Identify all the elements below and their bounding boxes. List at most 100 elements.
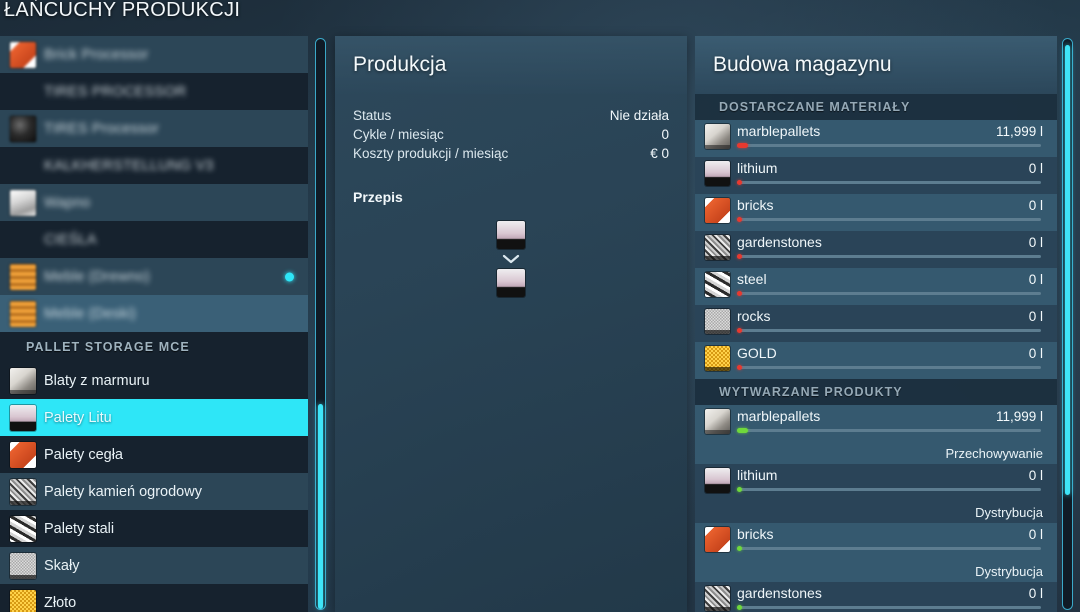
material-fill-bar xyxy=(737,218,1041,221)
material-name: lithium xyxy=(737,467,777,483)
sidebar-scrollbar-thumb[interactable] xyxy=(318,404,323,609)
storage-scrollbar[interactable] xyxy=(1062,38,1073,610)
material-info: bricks 0 l xyxy=(737,194,1043,221)
lithium-icon xyxy=(705,161,730,186)
produced-product-row[interactable]: lithium 0 l xyxy=(695,464,1057,501)
brick-icon xyxy=(10,42,36,68)
material-info: steel0 l xyxy=(737,268,1043,295)
sidebar-storage-item-label: Palety kamień ogrodowy xyxy=(44,484,202,500)
material-fill-bar xyxy=(737,606,1041,609)
material-mode[interactable]: Dystrybucja xyxy=(695,560,1057,582)
sidebar-storage-item-0[interactable]: Blaty z marmuru xyxy=(0,362,308,399)
material-fill xyxy=(737,365,742,370)
sidebar-item-label: Wapno xyxy=(44,195,90,211)
material-fill-bar xyxy=(737,329,1041,332)
supplied-material-row[interactable]: lithium0 l xyxy=(695,157,1057,194)
produced-product-row[interactable]: marblepallets 11,999 l xyxy=(695,405,1057,442)
storage-panel-body: DOSTARCZANE MATERIAŁY marblepallets 11,99… xyxy=(695,94,1057,612)
sidebar-top-items: Brick Processor TIRES PROCESSORTIRES Proc… xyxy=(0,36,308,332)
supplied-material-row[interactable]: marblepallets 11,999 l xyxy=(695,120,1057,157)
sidebar-storage-item-4[interactable]: Palety stali xyxy=(0,510,308,547)
material-info: rocks0 l xyxy=(737,305,1043,332)
sidebar-storage-item-1[interactable]: Palety Litu xyxy=(0,399,308,436)
active-indicator-dot xyxy=(285,272,294,281)
supplied-material-row[interactable]: steel0 l xyxy=(695,268,1057,305)
sidebar-item-6[interactable]: Meble (Drewno) xyxy=(0,258,308,295)
material-name: GOLD xyxy=(737,345,777,361)
material-name: bricks xyxy=(737,197,774,213)
material-value: 0 l xyxy=(1029,346,1043,361)
material-value: 0 l xyxy=(1029,527,1043,542)
produced-product-row[interactable]: gardenstones0 l xyxy=(695,582,1057,612)
material-fill-bar xyxy=(737,144,1041,147)
recipe-output-icon[interactable] xyxy=(497,269,525,297)
sidebar-storage-item-5[interactable]: Skały xyxy=(0,547,308,584)
material-value: 0 l xyxy=(1029,586,1043,601)
production-chain-list[interactable]: Brick Processor TIRES PROCESSORTIRES Proc… xyxy=(0,36,308,612)
sidebar-item-1[interactable]: TIRES PROCESSOR xyxy=(0,73,308,110)
material-value: 11,999 l xyxy=(996,124,1043,139)
sidebar-storage-item-2[interactable]: Palety cegła xyxy=(0,436,308,473)
material-fill xyxy=(737,605,742,610)
material-fill xyxy=(737,180,742,185)
sidebar-section-header: PALLET STORAGE MCE xyxy=(0,332,308,362)
sidebar-storage-item-6[interactable]: Złoto xyxy=(0,584,308,612)
sidebar-storage-item-3[interactable]: Palety kamień ogrodowy xyxy=(0,473,308,510)
produced-products-header: WYTWARZANE PRODUKTY xyxy=(695,379,1057,405)
material-mode[interactable]: Przechowywanie xyxy=(695,442,1057,464)
brick-icon xyxy=(705,198,730,223)
produced-product-row[interactable]: bricks0 l xyxy=(695,523,1057,560)
storage-panel-header: Budowa magazynu xyxy=(695,36,1057,94)
gardenstone-icon xyxy=(705,586,730,611)
material-value: 0 l xyxy=(1029,468,1043,483)
material-value: 11,999 l xyxy=(996,409,1043,424)
rocks-icon xyxy=(10,553,36,579)
production-chains-screen: ŁAŃCUCHY PRODUKCJI Brick Processor TIRES … xyxy=(0,0,1080,612)
supplied-materials-header: DOSTARCZANE MATERIAŁY xyxy=(695,94,1057,120)
storage-panel: Budowa magazynu DOSTARCZANE MATERIAŁY ma… xyxy=(695,36,1057,612)
sidebar-scrollbar[interactable] xyxy=(315,38,326,610)
material-fill-bar xyxy=(737,547,1041,550)
wood-icon xyxy=(10,301,36,327)
supplied-material-row[interactable]: GOLD 0 l xyxy=(695,342,1057,379)
produced-products-list: marblepallets11,999 lPrzechowywanielithi… xyxy=(695,405,1057,612)
supplied-material-row[interactable]: gardenstones0 l xyxy=(695,231,1057,268)
production-stat-2: Koszty produkcji / miesiąc€ 0 xyxy=(335,144,687,163)
material-info: GOLD 0 l xyxy=(737,342,1043,369)
marble-icon xyxy=(705,124,730,149)
storage-title: Budowa magazynu xyxy=(713,53,892,77)
sidebar-item-4[interactable]: Wapno xyxy=(0,184,308,221)
recipe-input-icon[interactable] xyxy=(497,221,525,249)
production-panel: Produkcja StatusNie działaCykle / miesią… xyxy=(335,36,687,612)
material-mode[interactable]: Dystrybucja xyxy=(695,501,1057,523)
material-info: bricks0 l xyxy=(737,523,1043,550)
material-fill xyxy=(737,487,742,492)
lime-icon xyxy=(10,190,36,216)
storage-scrollbar-thumb[interactable] xyxy=(1065,45,1070,495)
tire-icon xyxy=(10,116,36,142)
supplied-material-row[interactable]: bricks 0 l xyxy=(695,194,1057,231)
material-name: marblepallets xyxy=(737,408,820,424)
sidebar-item-0[interactable]: Brick Processor xyxy=(0,36,308,73)
sidebar-item-7[interactable]: Meble (Deski) xyxy=(0,295,308,332)
material-info: gardenstones0 l xyxy=(737,231,1043,258)
supplied-materials-list: marblepallets 11,999 l lithium0 l bricks 0 l… xyxy=(695,120,1057,379)
material-value: 0 l xyxy=(1029,198,1043,213)
sidebar-item-2[interactable]: TIRES Processor xyxy=(0,110,308,147)
sidebar-storage-item-label: Palety cegła xyxy=(44,447,123,463)
sidebar-item-label: Meble (Deski) xyxy=(44,306,136,322)
steel-icon xyxy=(705,272,730,297)
sidebar-storage-item-label: Blaty z marmuru xyxy=(44,373,150,389)
material-fill-bar xyxy=(737,488,1041,491)
sidebar-storage-item-label: Palety stali xyxy=(44,521,114,537)
page-title: ŁAŃCUCHY PRODUKCJI xyxy=(4,0,240,22)
material-fill-bar xyxy=(737,366,1041,369)
stat-value: 0 xyxy=(661,127,669,142)
sidebar-item-3[interactable]: KALKHERSTELLUNG V3 xyxy=(0,147,308,184)
supplied-material-row[interactable]: rocks0 l xyxy=(695,305,1057,342)
lithium-icon xyxy=(705,468,730,493)
sidebar-item-5[interactable]: CIEŚLA xyxy=(0,221,308,258)
sidebar-item-label: Brick Processor xyxy=(44,47,149,63)
production-panel-header: Produkcja xyxy=(335,36,687,94)
material-name: marblepallets xyxy=(737,123,820,139)
